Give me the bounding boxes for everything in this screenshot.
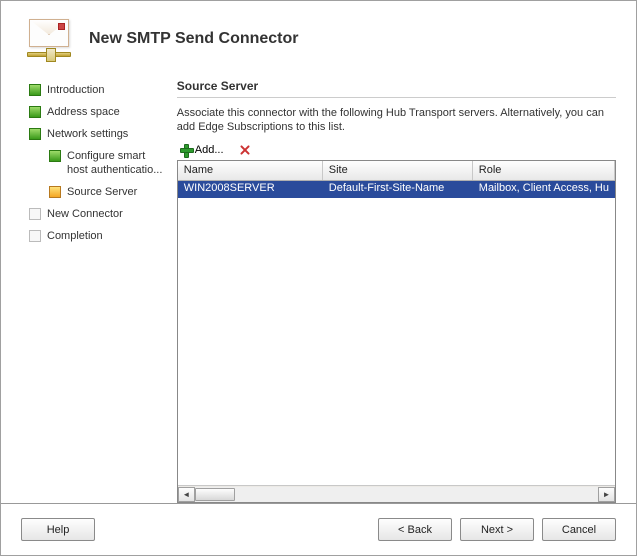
scroll-right-icon[interactable]: ► (598, 487, 615, 502)
column-header-name[interactable]: Name (178, 161, 323, 180)
scroll-left-icon[interactable]: ◄ (178, 487, 195, 502)
add-button-label: Add... (195, 144, 224, 156)
step-done-icon (29, 106, 41, 118)
scroll-track[interactable] (195, 487, 598, 502)
smtp-connector-icon (29, 15, 77, 63)
footer: Help < Back Next > Cancel (1, 503, 636, 555)
body: Introduction Address space Network setti… (1, 71, 636, 503)
remove-button[interactable] (236, 142, 254, 158)
section-description: Associate this connector with the follow… (177, 106, 616, 134)
step-done-icon (29, 84, 41, 96)
step-label: Network settings (47, 127, 128, 141)
column-header-role[interactable]: Role (473, 161, 615, 180)
grid-body[interactable]: WIN2008SERVER Default-First-Site-Name Ma… (178, 181, 615, 485)
content-panel: Source Server Associate this connector w… (167, 71, 616, 503)
footer-nav-buttons: < Back Next > Cancel (378, 518, 616, 541)
grid-header: Name Site Role (178, 161, 615, 181)
step-label: Introduction (47, 83, 104, 97)
column-header-site[interactable]: Site (323, 161, 473, 180)
step-done-icon (49, 150, 61, 162)
horizontal-scrollbar[interactable]: ◄ ► (178, 485, 615, 502)
wizard-title: New SMTP Send Connector (89, 30, 299, 48)
cell-role: Mailbox, Client Access, Hu (473, 181, 615, 198)
step-introduction[interactable]: Introduction (29, 79, 167, 101)
step-active-icon (49, 186, 61, 198)
step-address-space[interactable]: Address space (29, 101, 167, 123)
step-label: New Connector (47, 207, 123, 221)
help-button[interactable]: Help (21, 518, 95, 541)
step-source-server[interactable]: Source Server (29, 181, 167, 203)
cancel-button[interactable]: Cancel (542, 518, 616, 541)
step-label: Address space (47, 105, 120, 119)
table-row[interactable]: WIN2008SERVER Default-First-Site-Name Ma… (178, 181, 615, 198)
section-title: Source Server (177, 79, 616, 98)
step-pending-icon (29, 208, 41, 220)
grid-toolbar: Add... (177, 142, 616, 158)
scroll-thumb[interactable] (195, 488, 235, 501)
step-new-connector[interactable]: New Connector (29, 203, 167, 225)
wizard-steps-sidebar: Introduction Address space Network setti… (29, 71, 167, 503)
wizard-dialog: New SMTP Send Connector Introduction Add… (0, 0, 637, 556)
header: New SMTP Send Connector (1, 1, 636, 71)
step-label: Completion (47, 229, 103, 243)
step-completion[interactable]: Completion (29, 225, 167, 247)
cell-name: WIN2008SERVER (178, 181, 323, 198)
step-label: Configure smart host authenticatio... (67, 149, 167, 177)
plus-icon (179, 143, 193, 157)
add-button[interactable]: Add... (177, 142, 226, 158)
step-network-settings[interactable]: Network settings (29, 123, 167, 145)
cell-site: Default-First-Site-Name (323, 181, 473, 198)
step-pending-icon (29, 230, 41, 242)
step-label: Source Server (67, 185, 137, 199)
servers-grid: Name Site Role WIN2008SERVER Default-Fir… (177, 160, 616, 503)
step-configure-smart-host-auth[interactable]: Configure smart host authenticatio... (29, 145, 167, 181)
back-button[interactable]: < Back (378, 518, 452, 541)
delete-icon (238, 143, 252, 157)
next-button[interactable]: Next > (460, 518, 534, 541)
step-done-icon (29, 128, 41, 140)
